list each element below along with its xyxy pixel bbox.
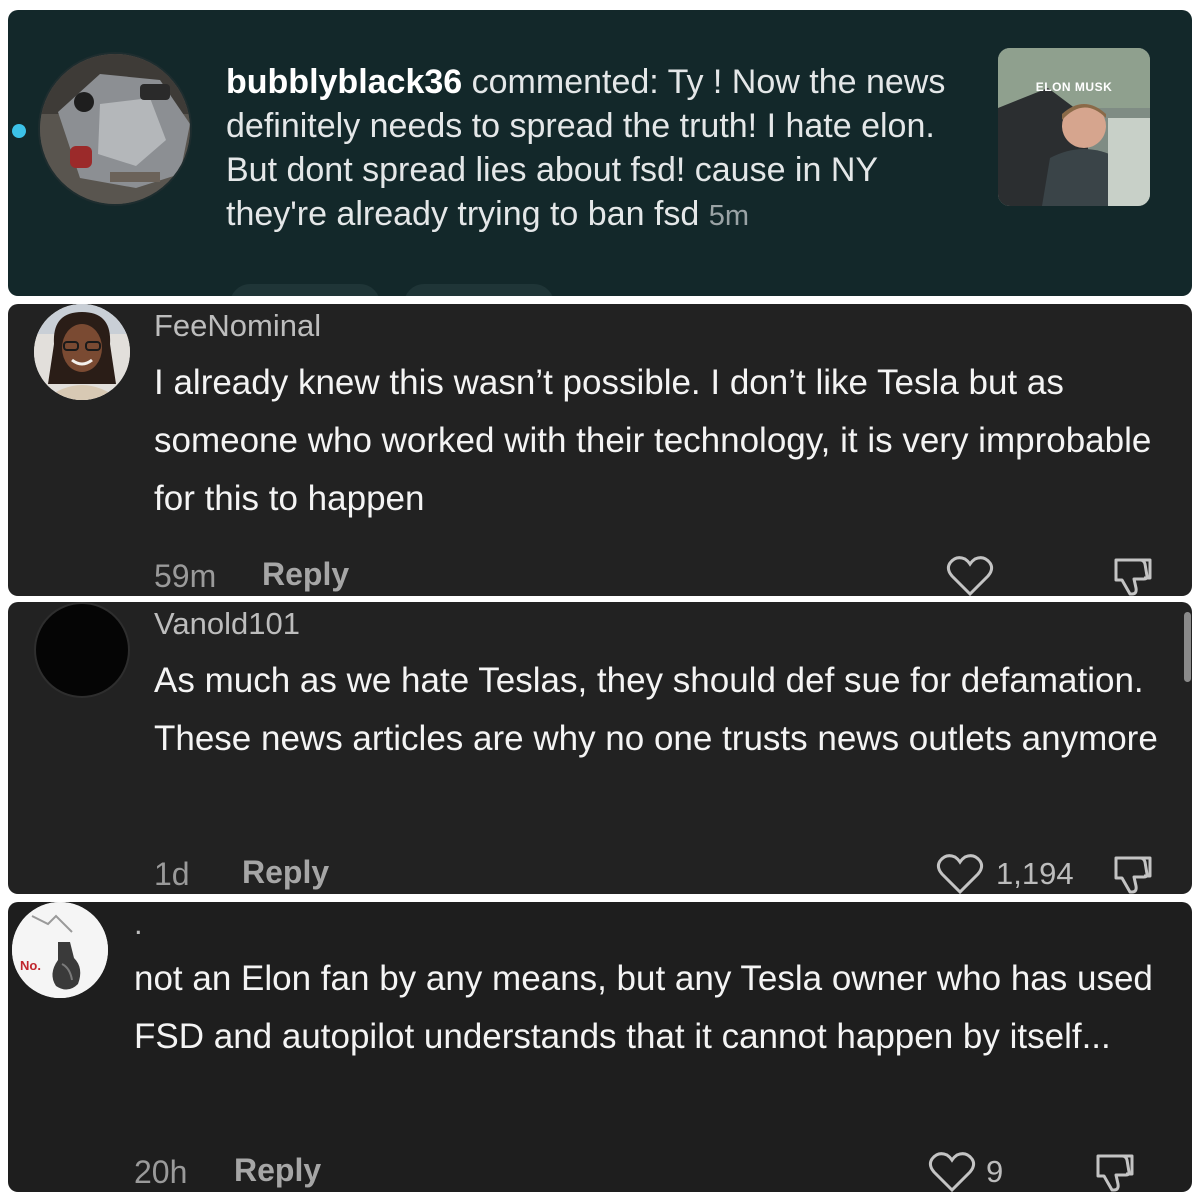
- thumbnail-caption: ELON MUSK: [1035, 80, 1113, 94]
- comment-notification[interactable]: bubblyblack36 commented: Ty ! Now the ne…: [8, 10, 1192, 296]
- heart-icon[interactable]: [928, 1150, 976, 1192]
- unread-indicator: [12, 124, 26, 138]
- notification-username[interactable]: bubblyblack36: [226, 63, 462, 101]
- reply-button[interactable]: Reply: [242, 854, 329, 891]
- comment-username[interactable]: Vanold101: [154, 606, 300, 642]
- reply-button[interactable]: Reply: [234, 1152, 321, 1189]
- action-pill[interactable]: [230, 284, 380, 296]
- dislike-icon[interactable]: [1110, 852, 1156, 894]
- avatar-caption: No.: [20, 958, 41, 973]
- dislike-icon[interactable]: [1092, 1150, 1138, 1192]
- avatar-feenominal[interactable]: [34, 304, 130, 400]
- notification-time: 5m: [708, 200, 750, 232]
- comment-text: I already knew this wasn’t possible. I d…: [154, 363, 1152, 518]
- comment-item: FeeNominal I already knew this wasn’t po…: [8, 304, 1192, 596]
- scrollbar[interactable]: [1184, 612, 1191, 682]
- comment-time: 20h: [134, 1154, 188, 1190]
- comment-time: 59m: [154, 558, 217, 594]
- dislike-icon[interactable]: [1110, 554, 1156, 596]
- action-pill[interactable]: [404, 284, 554, 296]
- like-count: 1,194: [996, 856, 1074, 891]
- avatar-vanold101[interactable]: [34, 602, 130, 698]
- heart-icon[interactable]: [946, 554, 994, 596]
- avatar-bubblyblack36[interactable]: [38, 52, 192, 206]
- avatar-dot-user[interactable]: No.: [12, 902, 108, 998]
- notification-text[interactable]: bubblyblack36 commented: Ty ! Now the ne…: [226, 60, 986, 238]
- like-count: 9: [986, 1154, 1004, 1189]
- heart-icon[interactable]: [936, 852, 984, 894]
- comment-item: Vanold101 As much as we hate Teslas, the…: [8, 602, 1192, 894]
- comment-time: 1d: [154, 856, 190, 892]
- reply-button[interactable]: Reply: [262, 556, 349, 593]
- video-thumbnail[interactable]: ELON MUSK: [998, 48, 1150, 206]
- comment-username[interactable]: .: [134, 906, 143, 942]
- comment-item: No. . not an Elon fan by any means, but …: [8, 902, 1192, 1192]
- comment-text: not an Elon fan by any means, but any Te…: [134, 959, 1153, 1056]
- comment-username[interactable]: FeeNominal: [154, 308, 321, 344]
- comment-text: As much as we hate Teslas, they should d…: [154, 661, 1158, 758]
